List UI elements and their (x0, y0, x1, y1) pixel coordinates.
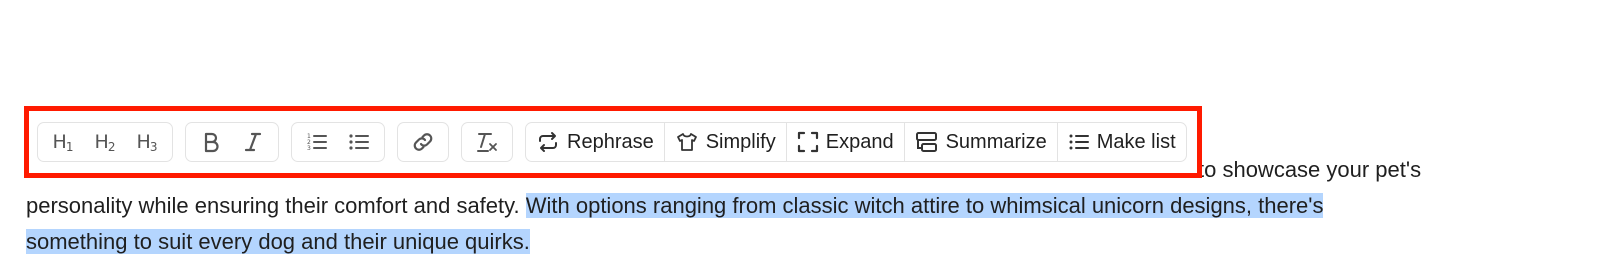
selected-text: something to suit every dog and their un… (26, 229, 530, 254)
toolbar-highlight-box (24, 106, 1202, 178)
selected-text: With options ranging from classic witch … (525, 193, 1324, 218)
editor-line-1-text: to showcase your pet's (1198, 157, 1422, 182)
editor-plain-text: personality while ensuring their comfort… (26, 193, 526, 218)
editor-line-3: something to suit every dog and their un… (26, 224, 1586, 260)
editor-line-2: personality while ensuring their comfort… (26, 188, 1586, 224)
